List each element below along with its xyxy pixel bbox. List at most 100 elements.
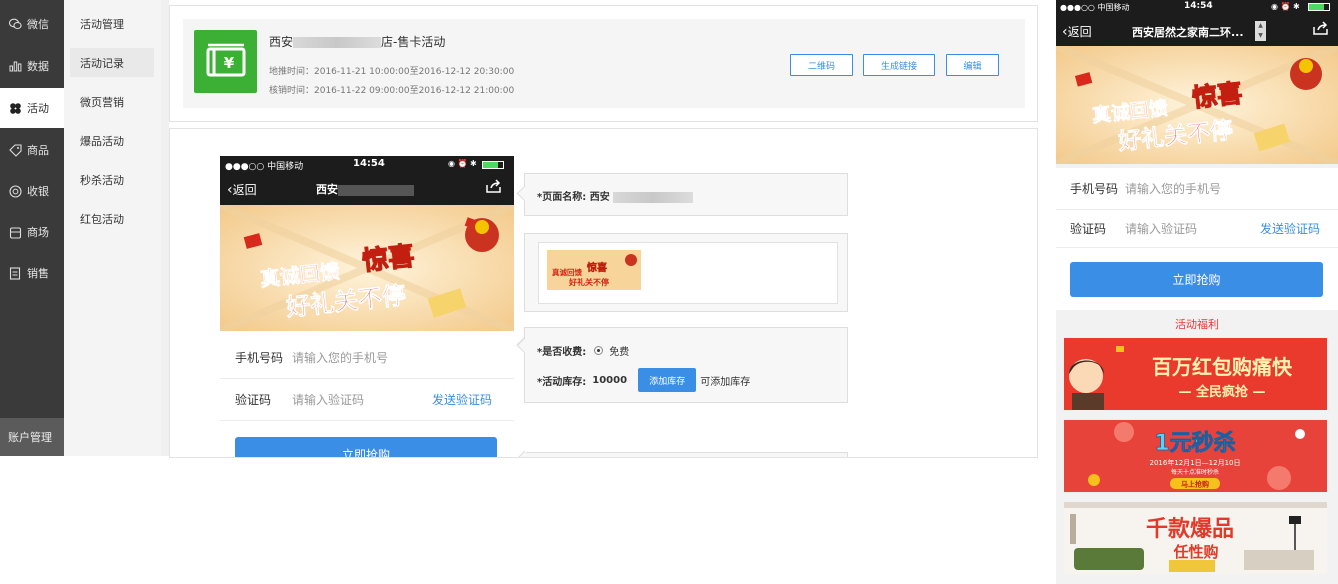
nav-item-mall[interactable]: 商场 — [0, 212, 64, 252]
subnav-item-flash-sale[interactable]: 秒杀活动 — [70, 165, 154, 194]
nav-item-wechat[interactable]: 微信 — [0, 4, 64, 44]
cashier-icon — [8, 184, 22, 198]
nav-item-activity[interactable]: 活动 — [0, 88, 64, 128]
fee-label: *是否收费: — [537, 347, 587, 358]
banner-line2: 惊喜 — [361, 242, 416, 277]
content-gutter — [161, 0, 169, 456]
promo-time: 地推时间：2016-11-21 10:00:00至2016-12-12 20:3… — [269, 67, 515, 77]
nav-account-management[interactable]: 账户管理 — [0, 418, 64, 456]
banner-thumbnail: 真诚回馈 惊喜 好礼关不停 — [547, 250, 641, 290]
rp-share-icon[interactable] — [1312, 21, 1330, 40]
banner-image-panel: 真诚回馈 惊喜 好礼关不停 — [524, 233, 848, 312]
nav-item-sales[interactable]: 销售 — [0, 253, 64, 293]
promo2-button: 马上抢购 — [1181, 480, 1209, 489]
status-time: 14:54 — [353, 158, 385, 169]
rp-back-label: 返回 — [1067, 25, 1092, 39]
rp-time: 14:54 — [1184, 1, 1213, 11]
qrcode-button[interactable]: 二维码 — [790, 54, 853, 76]
rp-code-label: 验证码 — [1070, 222, 1107, 236]
next-panel — [524, 452, 848, 457]
fee-option-label: 免费 — [609, 347, 630, 358]
tag-icon — [8, 143, 22, 157]
phone-page-title: 西安 — [316, 181, 414, 197]
carrier-text: ●●●○○ 中国移动 — [225, 162, 304, 172]
nav-label: 微信 — [27, 18, 49, 31]
nav-label: 商场 — [27, 226, 49, 239]
buy-now-button[interactable]: 立即抢购 — [235, 437, 497, 457]
sub-nav: 活动管理 活动记录 微页营销 爆品活动 秒杀活动 红包活动 — [64, 0, 161, 456]
document-icon — [8, 266, 22, 280]
verify-code-label: 验证码 — [235, 393, 272, 407]
wechat-icon — [8, 17, 22, 31]
subnav-item-hot-products[interactable]: 爆品活动 — [70, 126, 154, 155]
subnav-item-red-packet[interactable]: 红包活动 — [70, 204, 154, 233]
rp-scroll-arrows-icon[interactable]: ▲ ▼ — [1255, 21, 1266, 41]
verify-time: 核销时间：2016-11-22 09:00:00至2016-12-12 21:0… — [269, 86, 515, 96]
phone-number-input[interactable]: 请输入您的手机号 — [292, 349, 388, 366]
rp-buy-now-button[interactable]: 立即抢购 — [1070, 262, 1323, 297]
stock-value: 10000 — [592, 374, 628, 386]
subnav-item-micro-page[interactable]: 微页营销 — [70, 87, 154, 116]
subnav-label: 微页营销 — [80, 95, 124, 109]
thumb-line1: 真诚回馈 — [552, 267, 582, 277]
activity-title-prefix: 西安 — [269, 35, 294, 49]
stock-label: *活动库存: — [537, 376, 587, 388]
rp-send-code-link[interactable]: 发送验证码 — [1260, 220, 1320, 237]
phone-title-prefix: 西安 — [316, 183, 338, 196]
fee-free-radio[interactable] — [594, 346, 604, 355]
rp-status-bar: ●●●○○ 中国移动 14:54 ◉ ⏰ ✱ — [1056, 0, 1338, 15]
page-name-field[interactable]: *页面名称: 西安 — [537, 188, 694, 203]
benefits-title: 活动福利 — [1175, 318, 1219, 331]
subnav-label: 爆品活动 — [80, 134, 124, 148]
rp-carrier: ●●●○○ 中国移动 — [1060, 3, 1130, 12]
back-label: 返回 — [232, 183, 257, 197]
redacted-text — [338, 184, 414, 196]
rp-verify-code-row: 验证码 请输入验证码 发送验证码 — [1056, 210, 1338, 248]
rp-banner-line2: 惊喜 — [1191, 79, 1244, 113]
nav-item-cashier[interactable]: 收银 — [0, 171, 64, 211]
stock-row: *活动库存: 10000 添加库存 可添加库存 — [537, 368, 750, 392]
rp-phone-number-row: 手机号码 请输入您的手机号 — [1056, 168, 1338, 210]
subnav-item-activity-manage[interactable]: 活动管理 — [70, 9, 154, 38]
promo3-title: 千款爆品 — [1146, 516, 1234, 542]
phone-preview: ●●●○○ 中国移动 14:54 ◉ ⏰ ✱ ‹返回 西安 真诚回馈 惊喜 好礼… — [220, 156, 514, 457]
back-button[interactable]: ‹返回 — [227, 181, 257, 198]
redacted-text — [613, 191, 694, 203]
rp-promo-banner: 真诚回馈 惊喜 好礼关不停 — [1056, 46, 1338, 164]
rp-phone-input[interactable]: 请输入您的手机号 — [1125, 180, 1221, 197]
send-code-link[interactable]: 发送验证码 — [432, 391, 492, 408]
page-editor-card: ●●●○○ 中国移动 14:54 ◉ ⏰ ✱ ‹返回 西安 真诚回馈 惊喜 好礼… — [169, 128, 1038, 458]
banner-upload-box[interactable]: 真诚回馈 惊喜 好礼关不停 — [538, 242, 838, 304]
share-icon[interactable] — [485, 179, 503, 198]
nav-item-data[interactable]: 数据 — [0, 46, 64, 86]
verify-code-input[interactable]: 请输入验证码 — [292, 391, 364, 408]
mobile-preview-right: ●●●○○ 中国移动 14:54 ◉ ⏰ ✱ ‹返回 西安居然之家南二环... … — [1056, 0, 1338, 584]
thumb-line3: 好礼关不停 — [568, 277, 609, 287]
generate-link-button[interactable]: 生成链接 — [863, 54, 935, 76]
promo-hot-products[interactable]: 千款爆品 任性购 — [1064, 502, 1327, 574]
rp-page-title: 西安居然之家南二环... — [1132, 26, 1244, 39]
activity-title-suffix: 店-售卡活动 — [381, 35, 446, 49]
add-stock-hint: 可添加库存 — [700, 376, 751, 388]
rp-battery-icon — [1308, 3, 1330, 11]
nav-item-goods[interactable]: 商品 — [0, 130, 64, 170]
rp-phone-label: 手机号码 — [1070, 182, 1119, 196]
subnav-label: 活动管理 — [80, 17, 124, 31]
verify-code-row: 验证码 请输入验证码 发送验证码 — [220, 379, 514, 421]
edit-button[interactable]: 编辑 — [946, 54, 999, 76]
promo-red-packet[interactable]: 百万红包购痛快 — 全民疯抢 — — [1064, 338, 1327, 410]
nav-label: 活动 — [27, 102, 49, 115]
promo-banner: 真诚回馈 惊喜 好礼关不停 — [220, 205, 514, 331]
nav-label: 商品 — [27, 144, 49, 157]
subnav-item-activity-records[interactable]: 活动记录 — [70, 48, 154, 77]
rp-code-input[interactable]: 请输入验证码 — [1125, 220, 1197, 237]
add-stock-button[interactable]: 添加库存 — [638, 368, 697, 392]
rp-title-bar: ‹返回 西安居然之家南二环... ▲ ▼ — [1056, 15, 1338, 46]
svg-text:¥: ¥ — [224, 54, 235, 72]
mall-icon — [8, 225, 22, 239]
promo-flash-sale[interactable]: 1元秒杀 2016年12月1日—12月10日 每天十点准时秒杀 马上抢购 — [1064, 420, 1327, 492]
rp-back-button[interactable]: ‹返回 — [1062, 23, 1092, 40]
nav-account-label: 账户管理 — [8, 431, 52, 444]
subnav-label: 红包活动 — [80, 212, 124, 226]
nav-label: 数据 — [27, 60, 49, 73]
